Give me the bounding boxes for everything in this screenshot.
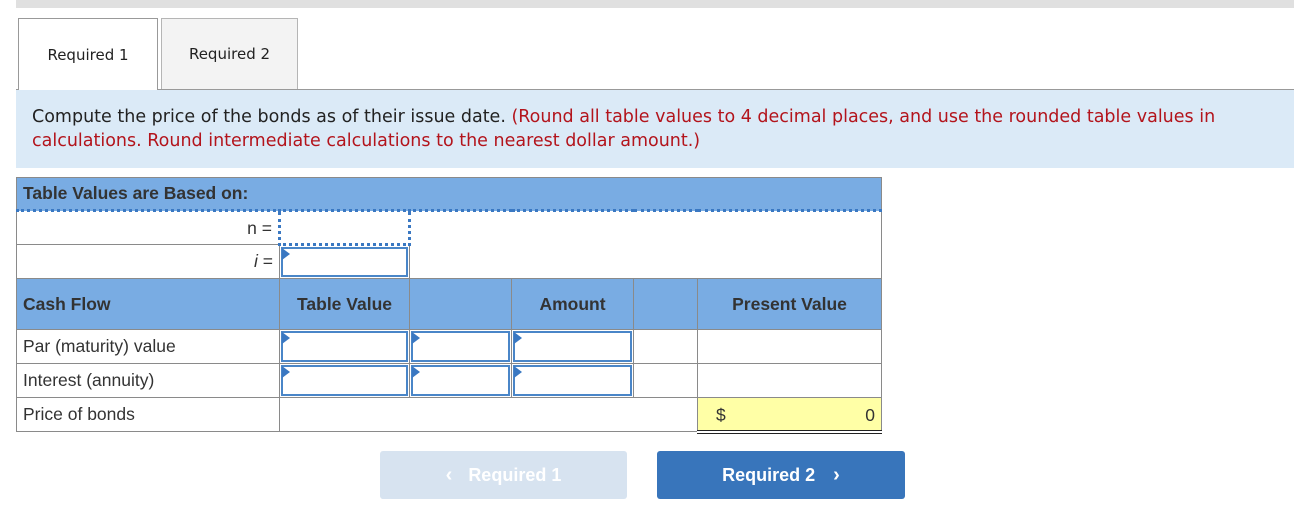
chevron-left-icon: ‹ [445,463,453,486]
interest-present-value [696,363,883,398]
i-label: i = [16,244,280,279]
col-amount: Amount [511,278,634,330]
top-bar [16,0,1294,8]
interest-amount-input[interactable] [511,363,634,398]
col-cash-flow: Cash Flow [16,278,280,330]
interest-col3-input[interactable] [409,363,512,398]
currency-symbol: $ [716,405,726,425]
price-of-bonds-total: $ 0 [696,397,883,434]
tab-bar: Required 1 Required 2 [18,18,298,90]
chevron-right-icon: › [833,463,840,486]
table-row: Interest (annuity) [16,363,883,398]
n-label: n = [16,210,280,245]
next-required-button[interactable]: Required 2 › [657,451,905,499]
dropdown-flag-icon [514,332,522,344]
tab-required-1[interactable]: Required 1 [18,18,158,90]
table-values-title: Table Values are Based on: [15,177,883,212]
total-blank [279,397,698,432]
par-table-value-input[interactable] [279,329,410,364]
blank-area [408,210,883,279]
i-input[interactable] [279,244,410,279]
n-input[interactable] [278,209,411,246]
interest-blank [633,363,698,398]
row-label-interest: Interest (annuity) [16,363,280,398]
prev-required-button[interactable]: ‹ Required 1 [380,451,627,499]
total-value: 0 [865,405,876,425]
prev-button-label: Required 1 [468,464,562,485]
dropdown-flag-icon [412,332,420,344]
par-amount-input[interactable] [511,329,634,364]
dropdown-flag-icon [282,248,290,260]
table-row: Par (maturity) value [16,329,883,364]
col-blank-2 [633,278,698,330]
row-label-par: Par (maturity) value [16,329,280,364]
par-blank [633,329,698,364]
instructions-panel: Compute the price of the bonds as of the… [16,89,1294,168]
col-present-value: Present Value [696,278,883,330]
bond-price-table: Table Values are Based on: n = i = Cash … [15,177,883,434]
dropdown-flag-icon [282,332,290,344]
table-row-total: Price of bonds $ 0 [16,397,883,434]
interest-table-value-input[interactable] [279,363,410,398]
col-table-value: Table Value [279,278,410,330]
instruction-text: Compute the price of the bonds as of the… [32,107,512,127]
col-blank-1 [409,278,512,330]
dropdown-flag-icon [412,366,420,378]
tab-required-2[interactable]: Required 2 [161,18,298,89]
dropdown-flag-icon [282,366,290,378]
row-label-price: Price of bonds [16,397,280,432]
next-button-label: Required 2 [722,464,816,485]
dropdown-flag-icon [514,366,522,378]
par-col3-input[interactable] [409,329,512,364]
par-present-value [696,329,883,364]
